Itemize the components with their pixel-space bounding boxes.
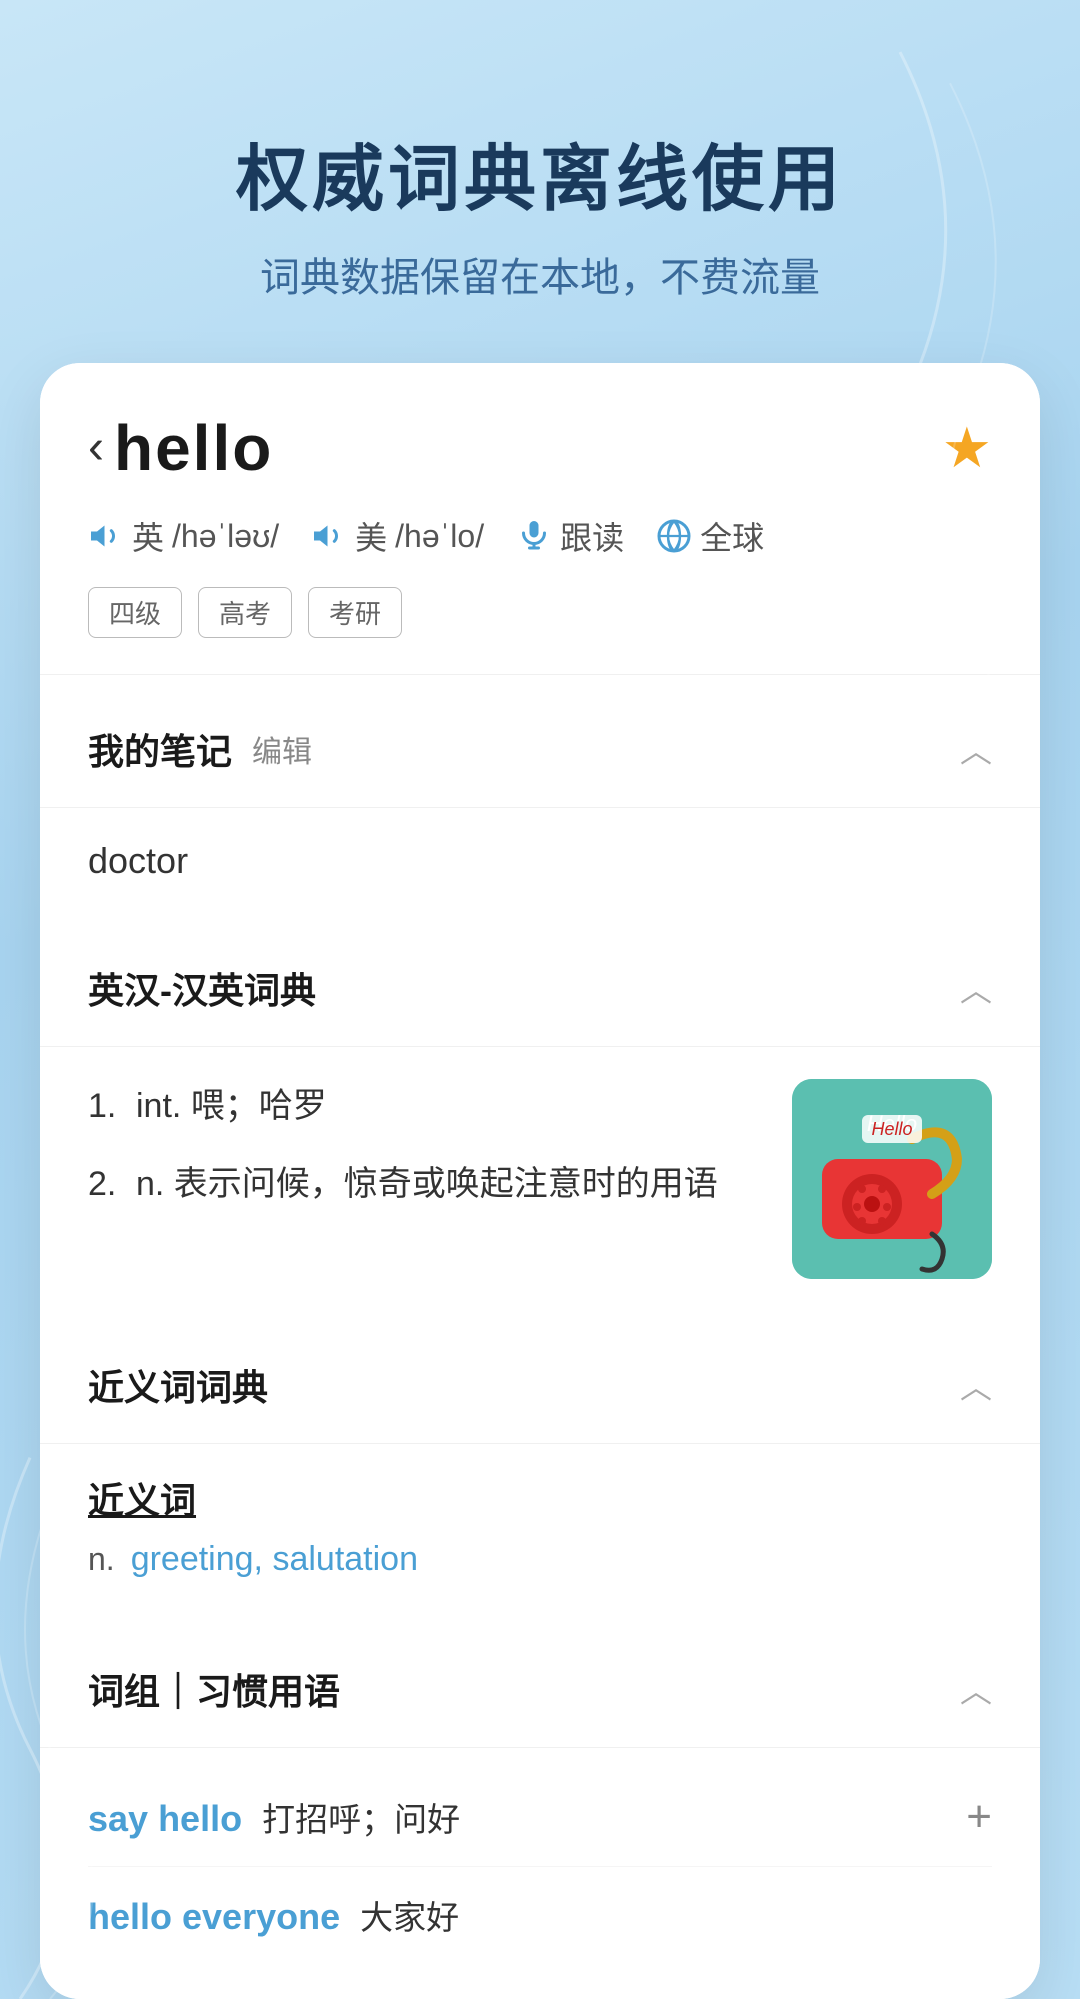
notes-title: 我的笔记 — [88, 723, 232, 775]
notes-section-header[interactable]: 我的笔记 编辑 ︿ — [40, 691, 1040, 808]
mic-icon — [516, 518, 552, 554]
hello-illustration: Hello Hello — [792, 1079, 992, 1279]
definition-body: 1. int. 喂；哈罗 2. n. 表示问候，惊奇或唤起注意时的用语 — [40, 1047, 1040, 1311]
phrase-section: 词组｜习惯用语 ︿ say hello 打招呼；问好 + hello every… — [40, 1631, 1040, 1999]
definition-collapse-icon[interactable]: ︿ — [960, 965, 992, 1011]
synonym-collapse-icon[interactable]: ︿ — [960, 1362, 992, 1408]
speaker-us-icon — [311, 518, 347, 554]
speaker-uk-icon — [88, 518, 124, 554]
definition-item-2: 2. n. 表示问候，惊奇或唤起注意时的用语 — [88, 1157, 768, 1211]
synonym-row: n. greeting, salutation — [88, 1540, 992, 1579]
back-button[interactable]: ‹ — [88, 424, 104, 472]
headword: hello — [114, 411, 273, 485]
synonym-words: greeting, salutation — [131, 1540, 418, 1579]
globe-icon — [656, 518, 692, 554]
follow-read-label: 跟读 — [560, 513, 624, 559]
synonym-section-header[interactable]: 近义词词典 ︿ — [40, 1327, 1040, 1444]
definitions-list: 1. int. 喂；哈罗 2. n. 表示问候，惊奇或唤起注意时的用语 — [88, 1079, 768, 1279]
global-label: 全球 — [700, 513, 764, 559]
hero-subtitle: 词典数据保留在本地，不费流量 — [60, 245, 1020, 303]
definition-item-1: 1. int. 喂；哈罗 — [88, 1079, 768, 1133]
phrase-add-1[interactable]: + — [966, 1792, 992, 1842]
phrase-body: say hello 打招呼；问好 + hello everyone 大家好 — [40, 1748, 1040, 1999]
definition-title: 英汉-汉英词典 — [88, 962, 316, 1014]
tag-cet4: 四级 — [88, 587, 182, 638]
tag-gaokao: 高考 — [198, 587, 292, 638]
phrase-meaning-2: 大家好 — [360, 1891, 459, 1939]
us-ipa: /həˈlo/ — [395, 518, 484, 555]
def-num-1: 1. — [88, 1079, 136, 1133]
us-label: 美 — [355, 513, 387, 559]
synonym-body: 近义词 n. greeting, salutation — [40, 1444, 1040, 1615]
favorite-star[interactable]: ★ — [942, 415, 992, 481]
definition-section-header[interactable]: 英汉-汉英词典 ︿ — [40, 930, 1040, 1047]
phrase-collapse-icon[interactable]: ︿ — [960, 1666, 992, 1712]
hero-title: 权威词典离线使用 — [60, 120, 1020, 225]
tag-kaoyan: 考研 — [308, 587, 402, 638]
british-pron[interactable]: 英 /həˈləʊ/ — [88, 513, 279, 559]
dictionary-card: ‹ hello ★ 英 /həˈləʊ/ 美 — [40, 363, 1040, 1999]
notes-collapse-icon[interactable]: ︿ — [960, 726, 992, 772]
phone-svg: Hello Hello — [792, 1079, 992, 1279]
synonym-pos: n. — [88, 1541, 115, 1578]
pronunciation-row: 英 /həˈləʊ/ 美 /həˈlo/ 跟 — [88, 513, 992, 559]
synonym-title: 近义词词典 — [88, 1359, 268, 1411]
hero-section: 权威词典离线使用 词典数据保留在本地，不费流量 — [0, 0, 1080, 363]
phrase-item-2: hello everyone 大家好 — [88, 1867, 992, 1963]
notes-content: doctor — [40, 808, 1040, 914]
uk-label: 英 — [132, 513, 164, 559]
word-header: ‹ hello ★ 英 /həˈləʊ/ 美 — [40, 363, 1040, 675]
definition-section: 英汉-汉英词典 ︿ 1. int. 喂；哈罗 2. n. 表示问候，惊奇或唤起注… — [40, 930, 1040, 1311]
exam-tags: 四级 高考 考研 — [88, 587, 992, 638]
note-text: doctor — [88, 840, 992, 882]
phrase-item-1: say hello 打招呼；问好 + — [88, 1768, 992, 1867]
phrase-section-header[interactable]: 词组｜习惯用语 ︿ — [40, 1631, 1040, 1748]
follow-read-button[interactable]: 跟读 — [516, 513, 624, 559]
synonym-section: 近义词词典 ︿ 近义词 n. greeting, salutation — [40, 1327, 1040, 1615]
phrase-title: 词组｜习惯用语 — [88, 1663, 340, 1715]
global-button[interactable]: 全球 — [656, 513, 764, 559]
american-pron[interactable]: 美 /həˈlo/ — [311, 513, 484, 559]
synonym-group-title: 近义词 — [88, 1472, 992, 1524]
def-text-1: int. 喂；哈罗 — [136, 1079, 327, 1133]
def-text-2: n. 表示问候，惊奇或唤起注意时的用语 — [136, 1157, 718, 1211]
phrase-word-1: say hello — [88, 1798, 242, 1840]
notes-edit-button[interactable]: 编辑 — [252, 727, 312, 771]
phrase-left-1: say hello 打招呼；问好 — [88, 1793, 460, 1841]
svg-text:Hello: Hello — [871, 1119, 912, 1139]
word-left: ‹ hello — [88, 411, 273, 485]
notes-title-row: 我的笔记 编辑 — [88, 723, 312, 775]
uk-ipa: /həˈləʊ/ — [172, 518, 279, 555]
notes-section: 我的笔记 编辑 ︿ doctor — [40, 691, 1040, 914]
phrase-meaning-1: 打招呼；问好 — [262, 1793, 460, 1841]
def-num-2: 2. — [88, 1157, 136, 1211]
phrase-word-2: hello everyone — [88, 1896, 340, 1938]
phrase-left-2: hello everyone 大家好 — [88, 1891, 459, 1939]
